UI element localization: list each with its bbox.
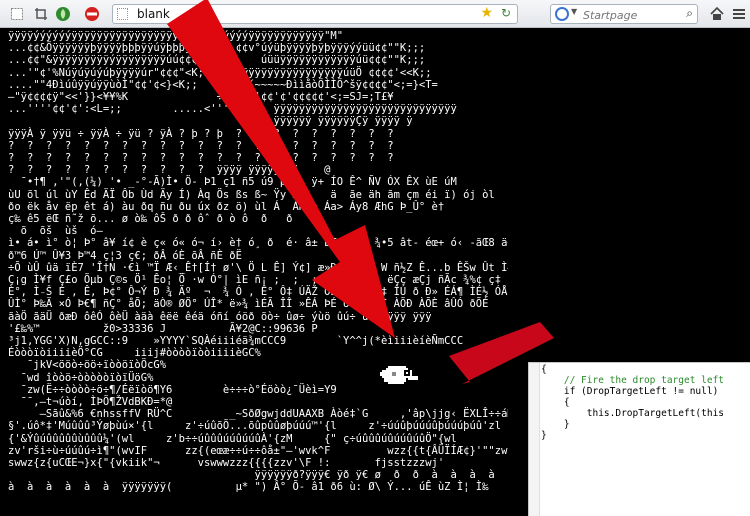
address-text: blank [137, 7, 170, 21]
code-editor-snippet: { // Fire the drop target left if (DropT… [528, 362, 750, 516]
garbled-text-line: ì• á• ì° ò¦ Þ° â¥ í¢ è ç« ó« ó¬ í› è† ó¸… [8, 237, 508, 250]
garbled-text-line: ? ? ? ? ? ? ? ? ? ? ? ? ? ? ? ? ? ? ? ? … [8, 139, 394, 152]
garbled-text-line: ùU õl úl ùY Êd ÄÏ Ôb Ùd Äy Í) Àq Ös ßs ß… [8, 188, 495, 201]
garbled-text-line: à à à à à à ÿÿÿÿÿÿÿ( µ* ") Â° Õ- â1 ð6 ù… [8, 481, 489, 494]
garbled-text-line: ? ? ? ? ? ? ? ? ? ? ? ÿÿÿÿ ÿÿÿÿÿ ( @ [8, 164, 331, 177]
garbled-text-line: —"ÿ¢¢¢¢ÿ"<<'}}<¥¥%K ÷ '¢'¢¢'¢'¢¢¢¢¢'<;=S… [8, 91, 394, 103]
adblock-icon[interactable] [83, 5, 101, 23]
search-engine-icon[interactable] [555, 7, 569, 21]
garbled-text-line: ¯wd îòòö÷òòòòòïòïÜöG% [8, 371, 154, 384]
garbled-text-line: ç‰ ê5 ëŒ ñ̃ ž õ... ø ò‰ ôŠ ð ð ôˆ ð ò ô … [8, 213, 293, 225]
code-line: this.DropTargetLeft(this [541, 408, 725, 419]
code-text: { // Fire the drop target left if (DropT… [541, 364, 724, 441]
code-line: } [541, 419, 570, 430]
garbled-text-line: ãàÖ ãäÜ ðæÐ ôêÓ ôèÜ àäà êëë êéä óñí óöð … [8, 310, 432, 323]
editor-gutter [529, 363, 540, 516]
bookmark-star-icon[interactable]: ★ [480, 5, 493, 21]
garbled-text-line: ? ? ? ? ? ? ? ? ? ? ? ? ? ? ? ? ? ? ? ? … [8, 152, 394, 164]
garbled-text-line: swwz{z{uCŒE¬}x{"{vkiik"¬ vswwwzzz{{{{zzv… [8, 457, 445, 469]
page-icon [117, 8, 128, 20]
code-comment-line: // Fire the drop target left [541, 375, 725, 386]
blank-tab-icon[interactable] [8, 5, 26, 23]
garbled-text-line: Ç¡g Ì¥f Ç£o Õµb Ç©s Ö¹ Êo¦ Ö ·w Ó°| ìE ñ… [8, 274, 502, 286]
garbled-text-line: ...''''¢¢'¢':<L=;; .....<''''" ÿÿÿÿÿÿÿÿÿ… [8, 103, 457, 116]
garbled-text-line: ¯¯,—t¬úòí, ÌÞÕ¶ŽVdBKÐ=*@ [8, 396, 173, 408]
garbled-text-line: ...¢¢"&ÿÿÿÿÿÿÿÿÿýÿÿÿÿÿÿÿÿúú¢¢¢""K;;; úüü… [8, 54, 426, 67]
garbled-text-line: ...'"¢'%Núÿúÿúýúþÿÿÿÿúr"¢¢¢"<K;; ÿÿÿÿÿÿÿ… [8, 66, 432, 79]
garbled-text-line: ðo ëk åv ëp êt á) àu ðq ñu ðu úx ðz ö) ù… [8, 200, 445, 213]
garbled-text-line: ÿÿÿÿÿÿ ÿÿÿÿÿÿÇÿ ÿÿÿÿ ÿ [8, 115, 413, 128]
search-input[interactable] [581, 6, 681, 24]
address-bar[interactable]: blank ★ ↻ [112, 4, 518, 24]
garbled-text-line: ¯•†¶ ,'"(,(¼) '• _-°-Ã)Ì• Ö- Þ1 ç1 ñ5 ú9… [8, 176, 457, 189]
home-icon[interactable] [708, 5, 726, 23]
crop-icon[interactable] [32, 5, 50, 23]
garbled-text-line: ÿÿÿÀ ÿ ÿÿü ÷ ÿÿÀ ÷ ÿü ? ÿÀ ? þ ? þ ? ? ?… [8, 127, 394, 140]
garbled-text-line: '£‰%™ ž0>33336 J Ã¥2@C::99636 P [8, 322, 318, 335]
browser-toolbar: blank ★ ↻ ▼ ⌕ [0, 0, 750, 28]
search-engine-dropdown-icon[interactable]: ▼ [571, 7, 577, 16]
garbled-text-line: ³j1,YGG'X)N,gGCC::9 »YYYY`SQÀéiiiéä¾mCCC… [8, 335, 508, 347]
garbled-text-line: ð™6 Ú™ Û¥3 Þ™4 ç¦3 ç€; ðÂ óÈ õÂ ñÈ ðË [8, 249, 242, 262]
garbled-text-line: ÷Õ ùÛ ûä ïÈ7 'Î†N ·€ì ™Ï Æ‹_Ê†[Í† ø'\ Ö … [8, 261, 508, 274]
garbled-binary-text: ÿÿÿÿýýýýýýÿÿÿÿÿÿÿÿÿÿÿÿÿÿÿÿÿÿÿÿÿýýýýýýýÿÿ… [8, 30, 508, 515]
garbled-text-line: ¯zw(Ë÷÷òòòò÷ö÷¶/Éëïòö¶Y6 è÷÷÷ò°Éöòò¿¯Üèì… [8, 383, 337, 396]
garbled-text-line: {'&Ýûúûûûûûùûûû¼'(wl z'b÷÷úûûûúúûúúûÀ'{z… [8, 432, 457, 445]
garbled-text-line: §'.úô*‡'Múûûû³Ýøþùú×'{l z'÷úûõÕ...õûpûûø… [8, 420, 502, 433]
pixel-bird-sprite [380, 364, 420, 388]
reload-icon[interactable]: ↻ [501, 6, 511, 20]
garbled-text-line: ¯jkV<ööò÷öö÷ïòòöïòÖcG% [8, 359, 167, 372]
search-box[interactable]: ▼ ⌕ [550, 4, 698, 24]
garbled-text-line: —Sãû&%6 €nhssffV RÜ^C _~SðØgwjddUAAXB Àò… [8, 408, 508, 421]
garbled-text-line: ÛÌ° Þ‰Ä ×Ó Þ€¶ ñÇ° åÕ; äÒ® ØÖ° ÚÎ* ë»¾ ì… [8, 298, 489, 311]
garbled-text-line: ÿÿÿÿÿÿð?ÿÿÿ€ ÿð ÿ€ ø ð ð à à à à à à à à [254, 469, 508, 482]
garbled-text-line: È°, Ì₋Š É , Ê, Þ¢° Ô¬Ý Ð ¾ Äº ¬ ¾ Ó , Ê°… [8, 286, 508, 299]
code-line: { [541, 397, 570, 408]
garbled-text-line: õ õš ùš ó— [8, 225, 103, 238]
code-line: { [541, 364, 547, 375]
green-extension-icon[interactable] [54, 5, 72, 23]
code-line: if (DropTargetLeft != null) [541, 386, 719, 397]
menu-icon[interactable] [730, 5, 748, 23]
search-icon[interactable]: ⌕ [686, 6, 693, 21]
garbled-text-line: ....""4ÐìúûÿÿúÿÿùòÌ"¢¢'¢<}<K;; ÐìÌÌ´~~~~… [8, 78, 438, 91]
code-line: } [541, 430, 547, 441]
garbled-text-line: ÿÿÿÿýýýýýýÿÿÿÿÿÿÿÿÿÿÿÿÿÿÿÿÿÿÿÿÿýýýýýýýÿÿ… [8, 30, 344, 42]
garbled-text-line: ÉòòòïòiiiièÖ°CG iiij#òòòòïòòiiiièGC% [8, 347, 261, 360]
garbled-text-line: ...¢¢&Öÿÿÿÿÿÿþÿÿÿÿþþþÿÿúÿþþþÿÿÿÿ ...¢¢v°… [8, 42, 426, 55]
garbled-text-line: zv'rši÷ù÷úúûú÷ì¶"(wvIF zz{(eœæ÷÷ú÷÷ôå±"—… [8, 444, 508, 457]
